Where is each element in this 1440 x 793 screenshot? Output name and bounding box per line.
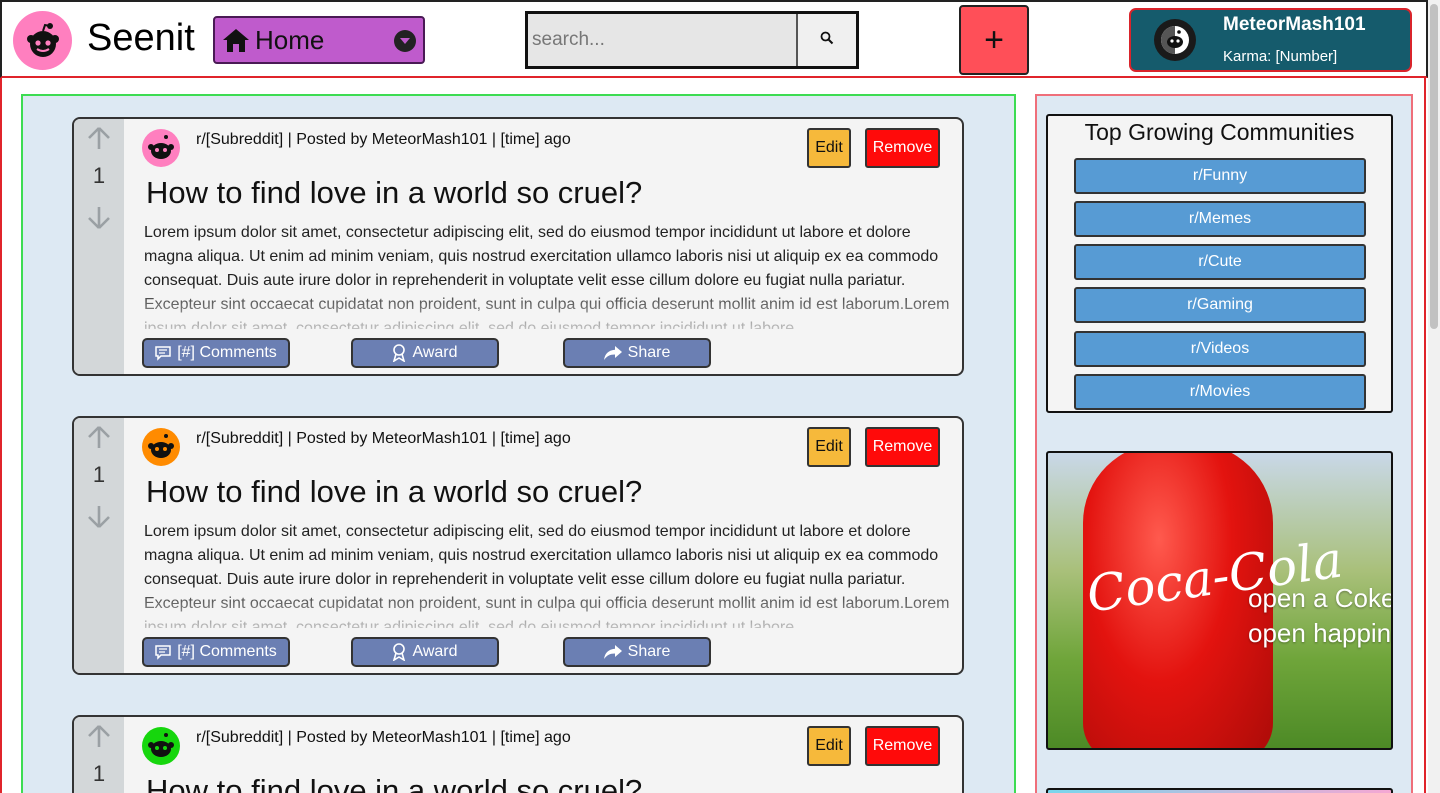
advertisement[interactable]: Coca-Cola open a Coke, open happiness [1046,451,1393,750]
home-dropdown-label: Home [255,24,325,55]
top-communities-panel: Top Growing Communities r/Funny r/Memes … [1046,114,1393,413]
post-body: Lorem ipsum dolor sit amet, consectetur … [144,224,950,329]
comments-button[interactable]: [#] Comments [142,338,290,368]
award-label: Award [412,643,458,660]
share-label: Share [627,344,671,361]
ad-slogan: open a Coke, [1248,583,1393,613]
award-label: Award [412,344,458,361]
community-button[interactable]: r/Funny [1074,158,1366,194]
post-title[interactable]: How to find love in a world so cruel? [146,773,642,793]
post-card: 1 r/[Subreddit] | Posted by MeteorMash10… [72,117,964,376]
edit-button[interactable]: Edit [807,427,851,467]
post-card: 1 r/[Subreddit] | Posted by MeteorMash10… [72,715,964,793]
search-bar [525,11,859,69]
post-meta: r/[Subreddit] | Posted by MeteorMash101 … [196,729,571,746]
vote-count: 1 [92,163,106,188]
community-button[interactable]: r/Movies [1074,374,1366,410]
scrollbar-thumb[interactable] [1430,4,1438,329]
karma-count: Karma: [Number] [1223,48,1338,65]
community-button[interactable]: r/Memes [1074,201,1366,237]
post-card: 1 r/[Subreddit] | Posted by MeteorMash10… [72,416,964,675]
community-button[interactable]: r/Gaming [1074,287,1366,323]
award-button[interactable]: Award [351,338,499,368]
comments-label: [#] Comments [177,344,277,361]
username: MeteorMash101 [1223,14,1366,35]
subreddit-avatar[interactable] [142,727,180,765]
edit-button[interactable]: Edit [807,726,851,766]
avatar [1154,19,1196,61]
post-body: Lorem ipsum dolor sit amet, consectetur … [144,523,950,628]
post-meta: r/[Subreddit] | Posted by MeteorMash101 … [196,430,571,447]
award-icon [393,344,406,362]
arrow-down-icon[interactable] [86,205,112,231]
arrow-up-icon[interactable] [86,424,112,450]
comment-icon [155,346,171,361]
edit-button[interactable]: Edit [807,128,851,168]
post-meta: r/[Subreddit] | Posted by MeteorMash101 … [196,131,571,148]
subreddit-avatar[interactable] [142,129,180,167]
remove-button[interactable]: Remove [865,427,940,467]
community-button[interactable]: r/Cute [1074,244,1366,280]
vote-count: 1 [92,462,106,487]
advertisement-2[interactable] [1046,788,1393,793]
create-post-button[interactable]: + [959,5,1029,75]
subreddit-avatar[interactable] [142,428,180,466]
comments-button[interactable]: [#] Comments [142,637,290,667]
share-icon [603,645,622,659]
magnifier-icon [820,31,834,50]
comment-icon [155,645,171,660]
post-title[interactable]: How to find love in a world so cruel? [146,175,642,211]
post-title[interactable]: How to find love in a world so cruel? [146,474,642,510]
vote-column: 1 [74,418,124,673]
communities-title: Top Growing Communities [1084,119,1355,145]
share-button[interactable]: Share [563,338,711,368]
vote-column: 1 [74,119,124,374]
vote-count: 1 [92,761,106,786]
brand-name[interactable]: Seenit [87,16,195,60]
ad-slogan: open happiness [1248,618,1392,648]
search-button[interactable] [798,14,856,66]
share-button[interactable]: Share [563,637,711,667]
remove-button[interactable]: Remove [865,128,940,168]
share-label: Share [627,643,671,660]
alien-logo-icon[interactable] [13,11,72,70]
home-dropdown[interactable]: Home [213,16,425,64]
award-icon [393,643,406,661]
remove-button[interactable]: Remove [865,726,940,766]
share-icon [603,346,622,360]
comments-label: [#] Comments [177,643,277,660]
arrow-up-icon[interactable] [86,125,112,151]
house-icon [221,25,251,55]
top-navbar: Seenit Home + [0,0,1428,78]
arrow-down-icon[interactable] [86,504,112,530]
vote-column: 1 [74,717,124,793]
user-profile-card[interactable]: MeteorMash101 Karma: [Number] [1129,8,1412,72]
scrollbar[interactable] [1428,0,1440,793]
community-button[interactable]: r/Videos [1074,331,1366,367]
arrow-up-icon[interactable] [86,723,112,749]
award-button[interactable]: Award [351,637,499,667]
search-input[interactable] [528,14,798,66]
chevron-down-icon [394,30,416,52]
